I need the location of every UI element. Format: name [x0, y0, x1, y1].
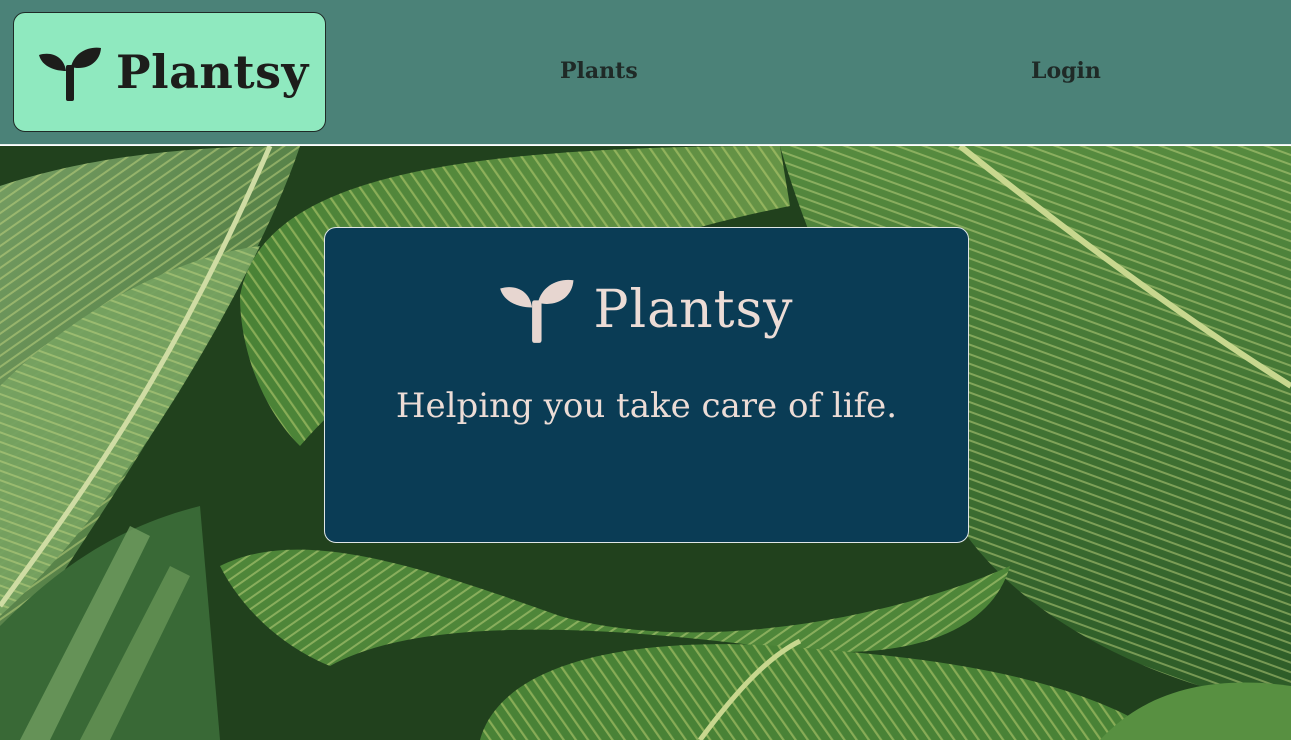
nav-link-plants[interactable]: Plants — [560, 58, 638, 84]
page: Plantsy Plants Login Plantsy Helping you… — [0, 0, 1291, 742]
hero-card: Plantsy Helping you take care of life. — [324, 227, 969, 543]
hero-tagline: Helping you take care of life. — [395, 386, 898, 426]
sprout-icon — [500, 279, 574, 343]
nav-bar: Plantsy Plants Login — [0, 0, 1291, 145]
nav-link-login[interactable]: Login — [1031, 58, 1101, 84]
hero-brand: Plantsy — [325, 274, 968, 346]
hero-section: Plantsy Helping you take care of life. — [0, 146, 1291, 740]
brand-name: Plantsy — [116, 45, 309, 99]
sprout-icon — [39, 47, 101, 101]
hero-brand-name: Plantsy — [593, 280, 794, 340]
brand-logo-button[interactable]: Plantsy — [13, 12, 326, 132]
